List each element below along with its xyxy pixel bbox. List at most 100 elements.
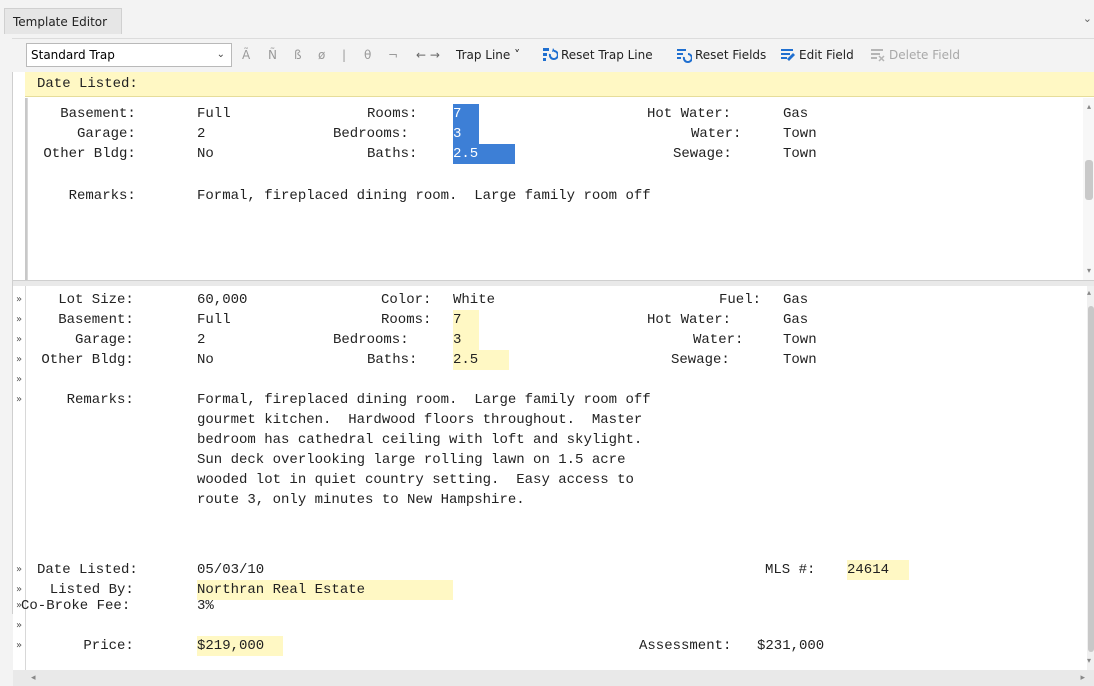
field-label: Sewage: [671, 352, 730, 368]
source-pane[interactable]: » » » » » » » » Lot Size: 60,000 Color: … [13, 286, 1094, 600]
tab-bar: Template Editor ⌄ [0, 0, 1094, 34]
field-label: Assessment: [639, 638, 732, 654]
scroll-right-icon[interactable]: ▸ [1080, 670, 1085, 686]
edit-field-button[interactable]: Edit Field [780, 39, 854, 71]
char-button-not[interactable]: ¬ [388, 39, 398, 71]
field-label: Hot Water: [647, 312, 732, 328]
field-value: White [453, 292, 496, 308]
remarks-line: bedroom has cathedral ceiling with loft … [197, 432, 643, 448]
char-button-n-tilde[interactable]: Ñ [268, 39, 277, 71]
field-value-highlighted: Northran Real Estate [197, 580, 453, 600]
field-value: No [197, 146, 214, 162]
line-marker-icon[interactable]: » [13, 330, 25, 350]
preview-pane[interactable]: Basement: Full Rooms: 7 Hot Water: Gas G… [25, 98, 1094, 280]
field-value: Town [783, 126, 817, 142]
remarks-line: route 3, only minutes to New Hampshire. [197, 492, 525, 508]
char-button-o-slash[interactable]: ø [318, 39, 325, 71]
reset-trap-line-label: Reset Trap Line [561, 48, 653, 62]
source-pane-continued[interactable]: » » » Co-Broke Fee: 3% Price: $219,000 A… [13, 598, 1094, 670]
field-label: Baths: [367, 146, 418, 162]
field-label: MLS #: [765, 562, 816, 578]
field-label: Rooms: [381, 312, 432, 328]
field-value: No [197, 352, 214, 368]
delete-field-button[interactable]: Delete Field [870, 39, 960, 71]
char-button-theta[interactable]: θ [364, 39, 371, 71]
field-label: Remarks: [33, 392, 134, 408]
preview-scrollbar-track[interactable]: ▴ ▾ [1083, 98, 1094, 280]
remarks-line: Formal, fireplaced dining room. Large fa… [197, 392, 651, 408]
scroll-down-icon[interactable]: ▾ [1087, 656, 1091, 665]
field-value: Town [783, 146, 817, 162]
reset-fields-label: Reset Fields [695, 48, 767, 62]
delete-field-icon [871, 48, 885, 62]
horizontal-scrollbar[interactable]: ◂ ▸ [13, 670, 1094, 686]
trap-line-banner: Date Listed: [25, 72, 1094, 97]
gutter-line [25, 286, 26, 600]
field-label: Lot Size: [33, 292, 134, 308]
field-value: Full [197, 312, 231, 328]
field-label: Garage: [35, 126, 136, 142]
char-button-a-tilde[interactable]: Ã [242, 39, 250, 71]
scroll-up-icon[interactable]: ▴ [1087, 102, 1091, 111]
tab-template-editor[interactable]: Template Editor [4, 8, 122, 34]
field-value: Town [783, 332, 817, 348]
field-label: Garage: [33, 332, 134, 348]
field-value-highlighted: 3 [453, 330, 479, 350]
field-label: Baths: [367, 352, 418, 368]
line-marker-icon[interactable]: » [13, 370, 25, 390]
line-marker-icon[interactable]: » [13, 616, 25, 636]
reset-fields-icon [677, 48, 692, 63]
editor-area: Date Listed: Basement: Full Rooms: 7 Hot… [12, 72, 1094, 686]
field-label: Water: [693, 332, 744, 348]
field-value: Gas [783, 312, 809, 328]
field-value: 05/03/10 [197, 562, 265, 578]
field-label: Co-Broke Fee: [21, 598, 131, 614]
toolbar-separator: | [342, 48, 347, 62]
line-marker-icon[interactable]: » [13, 310, 25, 330]
field-value-selected: 2.5 [453, 144, 515, 164]
field-label: Bedrooms: [333, 126, 409, 142]
field-label: Basement: [33, 312, 134, 328]
reset-trap-line-button[interactable]: Reset Trap Line [542, 39, 653, 71]
arrow-left-right-icon[interactable]: ← → [416, 39, 440, 71]
field-value: Town [783, 352, 817, 368]
field-label: Price: [33, 638, 134, 654]
trap-line-dropdown[interactable]: Trap Line ˅ [456, 39, 520, 71]
field-value: Gas [783, 106, 809, 122]
reset-fields-button[interactable]: Reset Fields [676, 39, 766, 71]
field-label: Bedrooms: [333, 332, 409, 348]
char-button-eszett[interactable]: ß [294, 39, 302, 71]
scroll-up-icon[interactable]: ▴ [1087, 288, 1091, 297]
field-label: Hot Water: [647, 106, 732, 122]
field-value: 2 [197, 332, 206, 348]
line-marker-icon[interactable]: » [13, 560, 25, 580]
template-select[interactable]: Standard Trap ⌄ [26, 43, 232, 67]
chevron-down-icon[interactable]: ⌄ [1083, 12, 1092, 25]
line-marker-icon[interactable]: » [13, 290, 25, 310]
line-marker-icon[interactable]: » [13, 636, 25, 656]
scroll-down-icon[interactable]: ▾ [1087, 266, 1091, 275]
field-value: 3% [197, 598, 214, 614]
field-value: Full [197, 106, 231, 122]
scroll-left-icon[interactable]: ◂ [31, 670, 36, 686]
field-value-highlighted: $219,000 [197, 636, 283, 656]
field-label: Rooms: [367, 106, 418, 122]
scrollbar-thumb[interactable] [1085, 160, 1093, 200]
banner-text: Date Listed: [37, 76, 138, 92]
line-marker-icon[interactable]: » [13, 350, 25, 370]
reset-trap-line-icon [543, 47, 558, 61]
field-label: Fuel: [719, 292, 762, 308]
delete-field-label: Delete Field [889, 48, 960, 62]
field-label: Water: [691, 126, 742, 142]
source-scrollbar-track[interactable]: ▴ ▾ [1087, 286, 1094, 670]
scrollbar-thumb[interactable] [1088, 306, 1094, 652]
field-label: Date Listed: [37, 562, 138, 578]
remarks-line: wooded lot in quiet country setting. Eas… [197, 472, 634, 488]
tab-label: Template Editor [13, 15, 108, 29]
field-label: Color: [381, 292, 432, 308]
edit-field-icon [781, 48, 795, 61]
line-marker-icon[interactable]: » [13, 390, 25, 410]
toolbar: Standard Trap ⌄ Ã Ñ ß ø | θ ¬ ← → Trap L… [12, 38, 1094, 71]
field-label: Sewage: [673, 146, 732, 162]
field-value-highlighted: 2.5 [453, 350, 509, 370]
